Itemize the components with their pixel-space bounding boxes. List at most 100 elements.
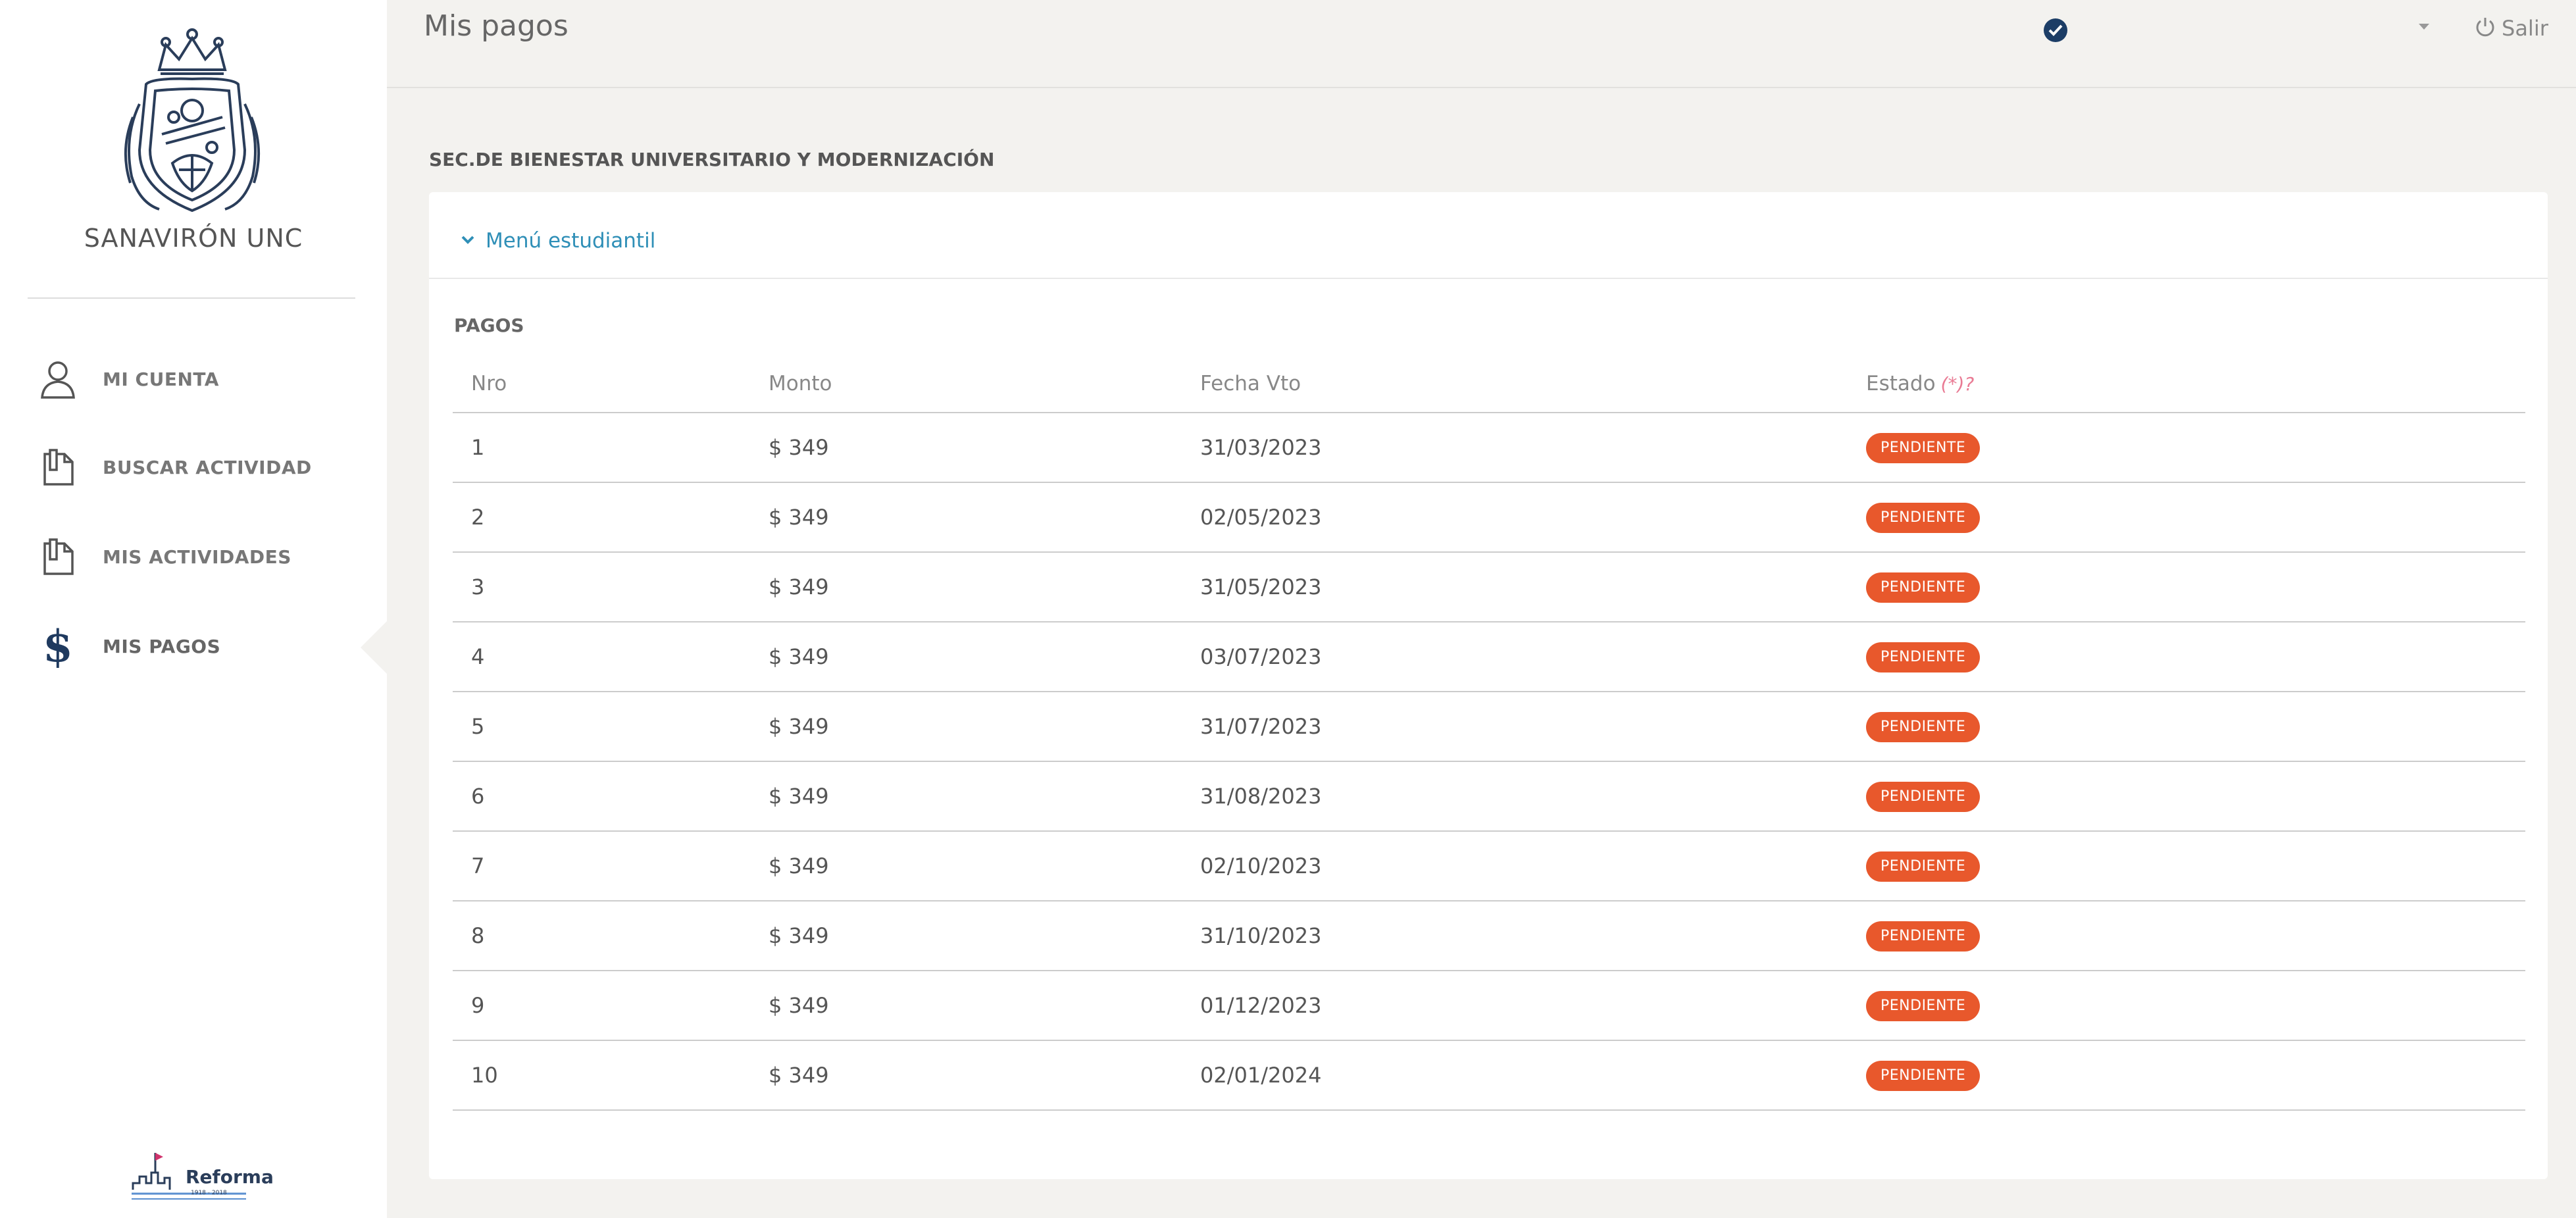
user-icon bbox=[38, 359, 78, 399]
status-badge: PENDIENTE bbox=[1866, 502, 1981, 533]
power-icon bbox=[2474, 16, 2496, 41]
section-title: SEC.DE BIENESTAR UNIVERSITARIO Y MODERNI… bbox=[429, 149, 995, 170]
cell-estado: PENDIENTE bbox=[1866, 413, 2525, 483]
cell-fecha: 31/07/2023 bbox=[1200, 692, 1866, 762]
cell-nro: 4 bbox=[453, 622, 769, 692]
cell-monto: $ 349 bbox=[769, 1040, 1200, 1111]
sidebar-item-mis-pagos[interactable]: $ MIS PAGOS bbox=[0, 613, 387, 679]
cell-fecha: 02/01/2024 bbox=[1200, 1040, 1866, 1111]
cell-fecha: 01/12/2023 bbox=[1200, 971, 1866, 1041]
table-row: 6 $ 349 31/08/2023 PENDIENTE bbox=[453, 761, 2525, 832]
cell-monto: $ 349 bbox=[769, 901, 1200, 971]
reforma-logo-years: 1918 - 2018 bbox=[191, 1190, 227, 1196]
sidebar-item-mi-cuenta[interactable]: MI CUENTA bbox=[0, 346, 387, 412]
brand-name: SANAVIRÓN UNC bbox=[84, 224, 303, 253]
column-header-monto: Monto bbox=[769, 355, 1200, 413]
student-menu-toggle[interactable]: Menú estudiantil bbox=[461, 229, 655, 253]
status-badge: PENDIENTE bbox=[1866, 781, 1981, 812]
sidebar: SANAVIRÓN UNC MI CUENTA BUSCAR ACTIVIDAD… bbox=[0, 0, 388, 1218]
table-row: 9 $ 349 01/12/2023 PENDIENTE bbox=[453, 971, 2525, 1041]
status-badge: PENDIENTE bbox=[1866, 572, 1981, 603]
logout-label: Salir bbox=[2502, 16, 2548, 41]
cell-nro: 2 bbox=[453, 482, 769, 553]
cell-nro: 10 bbox=[453, 1040, 769, 1111]
student-menu-label: Menú estudiantil bbox=[486, 229, 656, 253]
table-row: 5 $ 349 31/07/2023 PENDIENTE bbox=[453, 692, 2525, 762]
verified-check-icon bbox=[2042, 17, 2069, 43]
table-row: 4 $ 349 03/07/2023 PENDIENTE bbox=[453, 622, 2525, 692]
cell-monto: $ 349 bbox=[769, 622, 1200, 692]
active-indicator bbox=[361, 620, 388, 675]
logout-button[interactable]: Salir bbox=[2474, 16, 2548, 41]
sidebar-item-mis-actividades[interactable]: MIS ACTIVIDADES bbox=[0, 524, 387, 590]
column-header-nro: Nro bbox=[453, 355, 769, 413]
status-badge: PENDIENTE bbox=[1866, 711, 1981, 742]
cell-estado: PENDIENTE bbox=[1866, 622, 2525, 692]
reforma-logo-text: Reforma bbox=[186, 1166, 274, 1188]
reforma-logo: Reforma 1918 - 2018 bbox=[129, 1146, 274, 1205]
cell-monto: $ 349 bbox=[769, 831, 1200, 901]
university-crest-logo bbox=[113, 18, 271, 222]
payments-card: Menú estudiantil PAGOS Nro Monto Fecha V… bbox=[429, 192, 2548, 1179]
cell-nro: 7 bbox=[453, 831, 769, 901]
card-divider bbox=[429, 278, 2548, 279]
cell-estado: PENDIENTE bbox=[1866, 831, 2525, 901]
estado-label: Estado bbox=[1866, 372, 1936, 395]
cell-fecha: 31/10/2023 bbox=[1200, 901, 1866, 971]
column-header-estado: Estado (*)? bbox=[1866, 355, 2525, 413]
cell-monto: $ 349 bbox=[769, 413, 1200, 483]
cell-monto: $ 349 bbox=[769, 692, 1200, 762]
cell-estado: PENDIENTE bbox=[1866, 901, 2525, 971]
cell-nro: 5 bbox=[453, 692, 769, 762]
cell-fecha: 31/08/2023 bbox=[1200, 761, 1866, 832]
cell-estado: PENDIENTE bbox=[1866, 552, 2525, 622]
cell-fecha: 02/05/2023 bbox=[1200, 482, 1866, 553]
dollar-icon: $ bbox=[43, 621, 73, 672]
table-row: 3 $ 349 31/05/2023 PENDIENTE bbox=[453, 552, 2525, 622]
sidebar-item-buscar-actividad[interactable]: BUSCAR ACTIVIDAD bbox=[0, 434, 387, 500]
sidebar-item-label: BUSCAR ACTIVIDAD bbox=[103, 456, 312, 478]
top-header: Mis pagos Salir bbox=[387, 0, 2576, 88]
payments-table-title: PAGOS bbox=[454, 315, 524, 336]
cell-estado: PENDIENTE bbox=[1866, 692, 2525, 762]
cell-nro: 8 bbox=[453, 901, 769, 971]
cell-estado: PENDIENTE bbox=[1866, 761, 2525, 832]
cell-nro: 3 bbox=[453, 552, 769, 622]
cell-fecha: 02/10/2023 bbox=[1200, 831, 1866, 901]
table-row: 1 $ 349 31/03/2023 PENDIENTE bbox=[453, 413, 2525, 483]
table-row: 7 $ 349 02/10/2023 PENDIENTE bbox=[453, 831, 2525, 901]
status-badge: PENDIENTE bbox=[1866, 432, 1981, 463]
sidebar-item-label: MI CUENTA bbox=[103, 368, 219, 390]
table-row: 10 $ 349 02/01/2024 PENDIENTE bbox=[453, 1040, 2525, 1111]
page-title: Mis pagos bbox=[424, 9, 568, 43]
cell-monto: $ 349 bbox=[769, 482, 1200, 553]
cell-nro: 6 bbox=[453, 761, 769, 832]
cell-monto: $ 349 bbox=[769, 971, 1200, 1041]
payments-table: Nro Monto Fecha Vto Estado (*)? 1 $ 349 31/… bbox=[453, 355, 2525, 1111]
sidebar-item-label: MIS PAGOS bbox=[103, 635, 221, 657]
table-row: 8 $ 349 31/10/2023 PENDIENTE bbox=[453, 901, 2525, 971]
chevron-down-icon bbox=[461, 234, 475, 247]
cell-fecha: 03/07/2023 bbox=[1200, 622, 1866, 692]
cell-fecha: 31/03/2023 bbox=[1200, 413, 1866, 483]
cell-estado: PENDIENTE bbox=[1866, 1040, 2525, 1111]
cell-fecha: 31/05/2023 bbox=[1200, 552, 1866, 622]
cell-nro: 9 bbox=[453, 971, 769, 1041]
user-menu-caret-icon[interactable] bbox=[2419, 24, 2429, 30]
document-icon bbox=[38, 537, 78, 576]
cell-estado: PENDIENTE bbox=[1866, 971, 2525, 1041]
status-badge: PENDIENTE bbox=[1866, 990, 1981, 1021]
table-row: 2 $ 349 02/05/2023 PENDIENTE bbox=[453, 482, 2525, 553]
status-badge: PENDIENTE bbox=[1866, 642, 1981, 672]
table-header-row: Nro Monto Fecha Vto Estado (*)? bbox=[453, 355, 2525, 413]
status-badge: PENDIENTE bbox=[1866, 1060, 1981, 1091]
sidebar-divider bbox=[28, 297, 355, 299]
status-badge: PENDIENTE bbox=[1866, 851, 1981, 882]
estado-help-note[interactable]: (*)? bbox=[1941, 373, 1975, 395]
cell-nro: 1 bbox=[453, 413, 769, 483]
document-icon bbox=[38, 447, 78, 487]
cell-estado: PENDIENTE bbox=[1866, 482, 2525, 553]
column-header-fecha: Fecha Vto bbox=[1200, 355, 1866, 413]
cell-monto: $ 349 bbox=[769, 552, 1200, 622]
cell-monto: $ 349 bbox=[769, 761, 1200, 832]
